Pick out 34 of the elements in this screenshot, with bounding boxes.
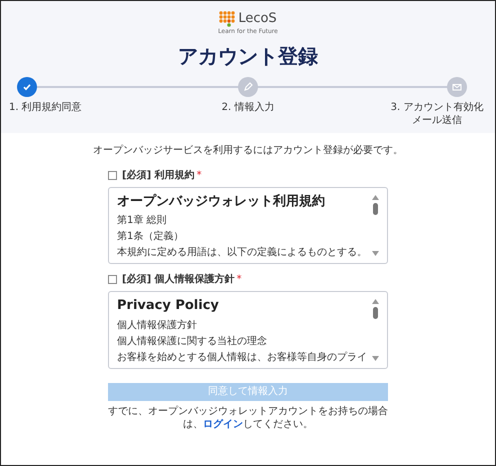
checkbox[interactable] (108, 275, 117, 284)
step-label: 3. アカウント有効化メール送信 (390, 100, 484, 126)
scroll-down-icon[interactable] (372, 251, 378, 256)
scroll-thumb[interactable] (372, 202, 378, 214)
terms-text: 第1章 総則 (117, 214, 168, 227)
pencil-icon (243, 82, 253, 92)
terms-text: 本規約に定める用語は、以下の定義によるものとする。 (117, 246, 367, 259)
page-title: アカウント登録 (178, 42, 318, 70)
agreement-label: [必須] 個人情報保護方針 (122, 272, 235, 287)
agreement-label: [必須] 利用規約 (122, 168, 195, 182)
terms-text: 個人情報保護に関する当社の理念 (117, 334, 268, 348)
terms-text: 第1条（定義） (117, 230, 184, 243)
scroll-up-icon[interactable] (372, 299, 378, 304)
required-mark: * (236, 273, 242, 287)
terms-scroll-box[interactable]: Privacy Policy 個人情報保護方針 個人情報保護に関する当社の理念 お客様を始めとする個人情報は、お客様等自身のプライ (108, 291, 388, 368)
step-label: 1. 利用規約同意 (9, 100, 82, 114)
logo-text: LecoS (238, 10, 277, 28)
required-mark: * (196, 168, 202, 182)
terms-heading: オープンバッジウォレット利用規約 (117, 192, 326, 210)
login-link[interactable]: ログイン (203, 418, 243, 430)
terms-scroll-box[interactable]: オープンバッジウォレット利用規約 第1章 総則 第1条（定義） 本規約に定める用語は、以下の定義によるものとする。 (108, 186, 388, 264)
mail-icon (452, 82, 462, 92)
scroll-down-icon[interactable] (372, 356, 378, 360)
checkbox[interactable] (108, 170, 117, 180)
scroll-up-icon[interactable] (372, 194, 378, 200)
step-label: 2. 情報入力 (222, 100, 274, 114)
terms-text: 個人情報保護方針 (117, 318, 198, 332)
login-prompt: すでに、オープンバッジウォレットアカウントをお持ちの場合は、ログイン してください。 (108, 404, 388, 430)
logo-icon (219, 10, 236, 27)
terms-text: お客様を始めとする個人情報は、お客様等自身のプライ (117, 350, 367, 364)
terms-heading: Privacy Policy (117, 297, 220, 315)
check-icon (22, 82, 32, 92)
scroll-thumb[interactable] (372, 307, 378, 319)
intro-text: オープンバッジサービスを利用するにはアカウント登録が必要です。 (93, 144, 403, 158)
